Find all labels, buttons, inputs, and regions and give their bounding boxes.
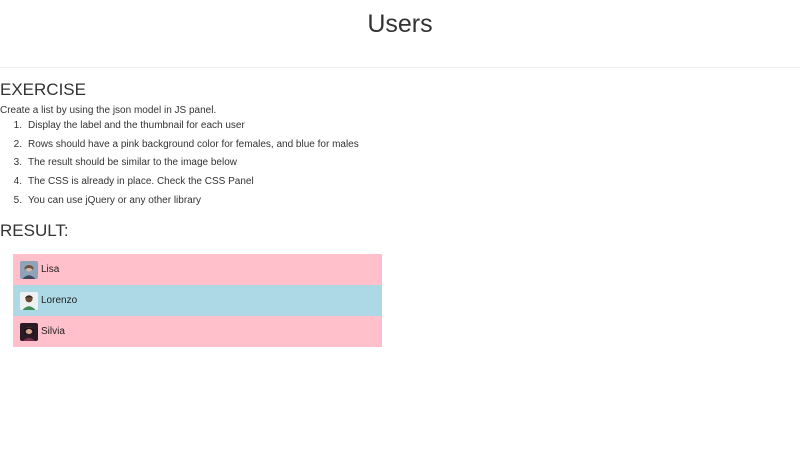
- exercise-steps: 1. Display the label and the thumbnail fo…: [0, 119, 359, 212]
- user-row-lorenzo: Lorenzo: [13, 285, 382, 316]
- exercise-heading: EXERCISE: [0, 80, 86, 99]
- page-header: Users: [0, 0, 800, 68]
- user-label: Silvia: [41, 326, 65, 337]
- exercise-step: 4. The CSS is already in place. Check the…: [13, 176, 254, 188]
- exercise-step: 5. You can use jQuery or any other librar…: [13, 194, 202, 206]
- exercise-step: 3. The result should be similar to the im…: [13, 157, 237, 169]
- exercise-step: 2. Rows should have a pink background col…: [13, 138, 359, 150]
- exercise-step: 1. Display the label and the thumbnail fo…: [13, 120, 245, 131]
- avatar-icon: [20, 260, 38, 279]
- avatar-icon: [20, 322, 38, 341]
- user-row-lisa: Lisa: [13, 254, 382, 285]
- page-title: Users: [367, 10, 433, 38]
- user-label: Lorenzo: [41, 295, 78, 306]
- result-heading: RESULT:: [0, 221, 69, 240]
- avatar-icon: [20, 291, 38, 310]
- exercise-intro: Create a list by using the json model in…: [0, 105, 217, 116]
- user-list: Lisa Lorenzo Silvia: [13, 254, 382, 347]
- user-row-silvia: Silvia: [13, 316, 382, 347]
- user-label: Lisa: [41, 264, 60, 275]
